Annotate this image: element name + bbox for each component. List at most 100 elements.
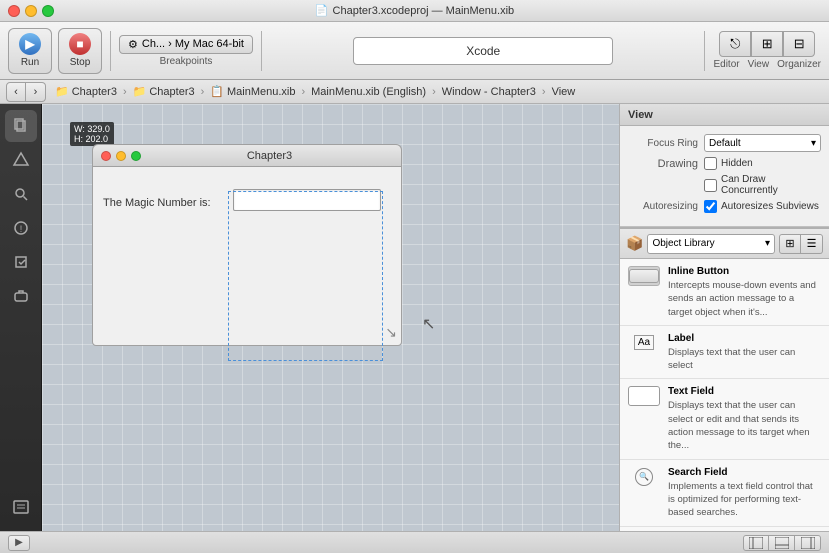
bc-sep-1: ›: [123, 86, 127, 98]
sidebar-icon-symbols[interactable]: [5, 144, 37, 176]
can-draw-label: Can Draw Concurrently: [721, 174, 821, 196]
hidden-label: Hidden: [721, 158, 753, 169]
resize-handle[interactable]: ↘: [385, 324, 397, 341]
autoresizing-row: Autoresizing Autoresizes Subviews: [628, 200, 821, 213]
sidebar-icon-issues[interactable]: !: [5, 212, 37, 244]
sidebar-icon-tests[interactable]: [5, 246, 37, 278]
bc-sep-5: ›: [542, 86, 546, 98]
run-button[interactable]: ▶ Run: [8, 28, 52, 74]
maximize-button[interactable]: [42, 5, 54, 17]
window-title: 📄 Chapter3.xcodeproj — MainMenu.xib: [315, 4, 514, 17]
cursor-indicator: ↖: [422, 314, 435, 334]
library-list-view[interactable]: ☰: [801, 234, 823, 254]
panel-toggle-buttons: [743, 535, 821, 551]
inline-button-text: Inline Button Intercepts mouse-down even…: [668, 265, 821, 319]
nav-forward[interactable]: ›: [26, 82, 46, 102]
toolbar: ▶ Run ■ Stop ⚙ Ch... › My Mac 64-bit Bre…: [0, 22, 829, 80]
preview-label: The Magic Number is:: [103, 197, 211, 209]
sidebar-icon-debug[interactable]: [5, 280, 37, 312]
library-type-select[interactable]: Object Library ▾: [647, 234, 775, 254]
stop-button[interactable]: ■ Stop: [58, 28, 102, 74]
search-desc: Implements a text field control that is …: [668, 480, 821, 520]
focus-ring-select[interactable]: Default ▾: [704, 134, 821, 152]
bc-mainmenu-english[interactable]: MainMenu.xib (English): [308, 86, 429, 98]
search-icon-img: 🔍: [628, 467, 660, 487]
label-text-container: Label Displays text that the user can se…: [668, 332, 821, 373]
can-draw-checkbox[interactable]: [704, 179, 717, 192]
preview-min[interactable]: [116, 151, 126, 161]
dimension-overlay: W: 329.0 H: 202.0: [70, 122, 114, 146]
nav-arrows: ‹ ›: [6, 82, 46, 102]
main-layout: ! W: 329.0 H: 202.0 Chapter3 The: [0, 104, 829, 531]
xib-icon: 📋: [210, 85, 224, 98]
traffic-lights: [0, 5, 54, 17]
library-item-textfield[interactable]: Text Field Displays text that the user c…: [620, 379, 829, 459]
textfield-name: Text Field: [668, 385, 821, 399]
nav-back[interactable]: ‹: [6, 82, 26, 102]
panel-toggle-group: [743, 535, 821, 551]
folder-icon: 📁: [55, 85, 69, 98]
scheme-selector[interactable]: ⚙ Ch... › My Mac 64-bit Breakpoints: [119, 35, 253, 67]
preview-close[interactable]: [101, 151, 111, 161]
toolbar-divider-2: [261, 31, 262, 71]
inspector-section: Focus Ring Default ▾ Drawing Hidden Can …: [620, 126, 829, 227]
sidebar-icon-log[interactable]: [5, 491, 37, 523]
organizer-view-btn[interactable]: ⊟: [783, 31, 815, 57]
minimize-button[interactable]: [25, 5, 37, 17]
library-icon: 📦: [626, 235, 643, 252]
preview-title: Chapter3: [146, 150, 393, 162]
library-view-toggle: ⊞ ☰: [779, 234, 823, 254]
library-item-label[interactable]: Aa Label Displays text that the user can…: [620, 326, 829, 380]
view-section-header: View: [620, 104, 829, 126]
toolbar-divider-3: [704, 31, 705, 71]
bc-sep-4: ›: [432, 86, 436, 98]
hidden-checkbox[interactable]: [704, 157, 717, 170]
editor-view-btn[interactable]: ⎋: [719, 31, 751, 57]
view-labels: Editor View Organizer: [713, 59, 821, 70]
library-item-token[interactable]: Token Field Provides tokenized editing s…: [620, 527, 829, 531]
library-header: 📦 Object Library ▾ ⊞ ☰: [620, 227, 829, 259]
stop-icon: ■: [69, 33, 91, 55]
bc-view[interactable]: View: [549, 86, 579, 98]
textfield-text-container: Text Field Displays text that the user c…: [668, 385, 821, 452]
bc-mainmenu-xib[interactable]: 📋 MainMenu.xib: [207, 85, 298, 98]
focus-ring-label: Focus Ring: [628, 138, 698, 149]
view-header-label: View: [628, 109, 653, 121]
search-text-container: Search Field Implements a text field con…: [668, 466, 821, 520]
svg-text:!: !: [19, 224, 22, 234]
bc-chapter3-root[interactable]: 📁 Chapter3: [52, 85, 120, 98]
folder2-icon: 📁: [133, 85, 147, 98]
inline-button-name: Inline Button: [668, 265, 821, 279]
preview-textfield[interactable]: [233, 189, 381, 211]
sidebar-icon-files[interactable]: [5, 110, 37, 142]
autoresizing-label: Autoresizing: [628, 201, 698, 212]
preview-body: The Magic Number is: ↘: [92, 166, 402, 346]
focus-ring-row: Focus Ring Default ▾: [628, 134, 821, 152]
preview-window[interactable]: Chapter3 The Magic Number is: ↘: [92, 144, 402, 346]
can-draw-row: Can Draw Concurrently: [704, 174, 821, 196]
bc-window[interactable]: Window - Chapter3: [439, 86, 539, 98]
library-item-inline-button[interactable]: Inline Button Intercepts mouse-down even…: [620, 259, 829, 326]
bc-chapter3-folder[interactable]: 📁 Chapter3: [130, 85, 198, 98]
preview-titlebar: Chapter3: [92, 144, 402, 166]
preview-max[interactable]: [131, 151, 141, 161]
selection-box: [228, 191, 383, 361]
dropdown-arrow: ▾: [811, 138, 816, 149]
bottom-panel-toggle[interactable]: [769, 535, 795, 551]
view-controls: ⎋ ⊞ ⊟ Editor View Organizer: [713, 31, 821, 70]
left-panel-toggle[interactable]: [743, 535, 769, 551]
right-panel: View Focus Ring Default ▾ Drawing Hidden…: [619, 104, 829, 531]
library-item-search[interactable]: 🔍 Search Field Implements a text field c…: [620, 460, 829, 527]
library-grid-view[interactable]: ⊞: [779, 234, 801, 254]
close-button[interactable]: [8, 5, 20, 17]
view-view-btn[interactable]: ⊞: [751, 31, 783, 57]
sidebar-icon-search[interactable]: [5, 178, 37, 210]
play-bottom-btn[interactable]: ▶: [8, 535, 30, 551]
bottom-left-controls: ▶: [8, 535, 30, 551]
inline-button-icon: [628, 266, 660, 286]
search-name: Search Field: [668, 466, 821, 480]
right-panel-toggle[interactable]: [795, 535, 821, 551]
autoresizes-checkbox[interactable]: [704, 200, 717, 213]
textfield-desc: Displays text that the user can select o…: [668, 399, 821, 452]
scheme-display[interactable]: ⚙ Ch... › My Mac 64-bit: [119, 35, 253, 54]
